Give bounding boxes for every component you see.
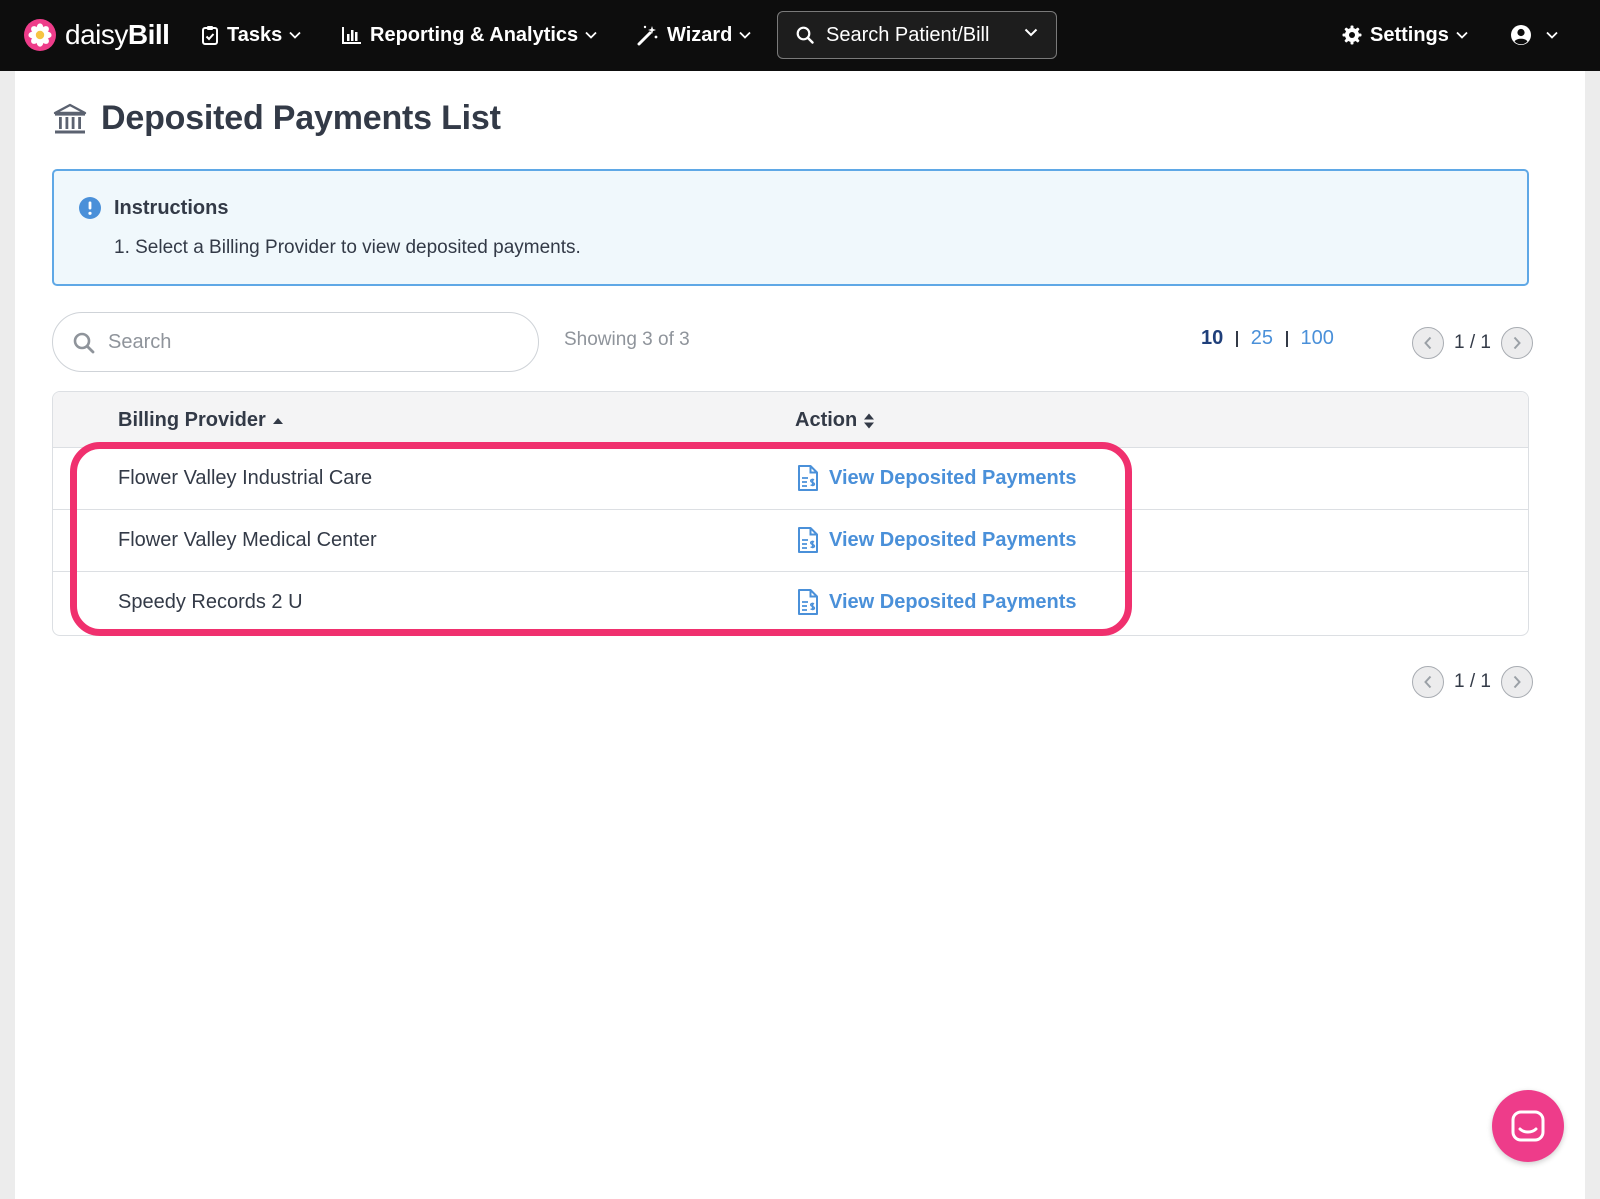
chevron-down-icon [289, 31, 301, 39]
column-action[interactable]: Action [795, 409, 875, 432]
billing-provider-name: Flower Valley Medical Center [118, 529, 377, 551]
info-circle-icon [79, 197, 101, 219]
column-billing-provider-label: Billing Provider [118, 409, 266, 431]
top-pager: 1 / 1 [1412, 327, 1533, 359]
flower-icon [24, 19, 56, 51]
sort-asc-icon [272, 417, 283, 424]
clipboard-check-icon [202, 26, 218, 45]
chevron-down-icon [585, 31, 597, 39]
prev-page-button[interactable] [1412, 327, 1444, 359]
page-indicator: 1 / 1 [1454, 332, 1491, 353]
table-search[interactable] [52, 312, 539, 372]
nav-wizard-label: Wizard [667, 23, 733, 46]
chevron-down-icon [1024, 28, 1038, 37]
view-deposited-payments-label: View Deposited Payments [829, 466, 1077, 489]
table-row: Speedy Records 2 U View Deposited Paymen… [53, 572, 1528, 634]
page-header: Deposited Payments List [53, 99, 501, 138]
view-deposited-payments-link[interactable]: View Deposited Payments [797, 588, 1077, 616]
chevron-right-icon [1513, 675, 1521, 689]
billing-provider-table: Billing Provider Action Flower Valley In… [52, 391, 1529, 636]
bar-chart-icon [342, 27, 361, 44]
page-size-10[interactable]: 10 [1201, 327, 1223, 350]
patient-bill-search[interactable]: Search Patient/Bill [777, 11, 1057, 59]
column-billing-provider[interactable]: Billing Provider [118, 409, 284, 432]
nav-reporting[interactable]: Reporting & Analytics [342, 20, 597, 50]
page-content: Deposited Payments List Instructions 1. … [15, 71, 1585, 1199]
next-page-button[interactable] [1500, 666, 1533, 698]
page-size-100[interactable]: 100 [1301, 327, 1334, 350]
file-invoice-dollar-icon [798, 465, 818, 491]
file-invoice-dollar-icon [798, 527, 818, 553]
instructions-box: Instructions 1. Select a Billing Provide… [52, 169, 1529, 286]
chevron-down-icon [1546, 31, 1558, 39]
nav-tasks-label: Tasks [227, 23, 283, 46]
chevron-down-icon [1456, 31, 1468, 39]
brand-name-light: daisy [65, 19, 128, 50]
search-icon [73, 332, 95, 354]
next-page-button[interactable] [1500, 327, 1533, 359]
brand-name: daisyBill [65, 19, 170, 51]
divider [1286, 330, 1288, 347]
page-indicator: 1 / 1 [1454, 671, 1491, 692]
page-size-selector: 10 25 100 [1201, 327, 1334, 350]
user-circle-icon [1511, 25, 1531, 45]
page-title: Deposited Payments List [101, 99, 501, 137]
chevron-down-icon [739, 31, 752, 39]
chevron-left-icon [1424, 675, 1432, 689]
view-deposited-payments-label: View Deposited Payments [829, 590, 1077, 613]
nav-reporting-label: Reporting & Analytics [370, 23, 579, 46]
view-deposited-payments-link[interactable]: View Deposited Payments [797, 464, 1077, 492]
billing-provider-name: Flower Valley Industrial Care [118, 467, 373, 489]
column-action-label: Action [795, 409, 858, 431]
chat-launcher-button[interactable] [1492, 1090, 1564, 1162]
nav-settings[interactable]: Settings [1342, 20, 1468, 50]
brand-name-bold: Bill [127, 19, 170, 50]
nav-tasks[interactable]: Tasks [201, 20, 301, 50]
bank-icon [53, 103, 87, 133]
sort-icon [864, 413, 875, 428]
top-nav: daisyBill Tasks Reporting & Analytics Wi… [0, 0, 1600, 71]
view-deposited-payments-label: View Deposited Payments [829, 528, 1077, 551]
magic-wand-icon [637, 25, 658, 46]
patient-bill-search-label: Search Patient/Bill [826, 23, 990, 46]
table-row: Flower Valley Medical Center View Deposi… [53, 510, 1528, 572]
view-deposited-payments-link[interactable]: View Deposited Payments [797, 526, 1077, 554]
bottom-pager: 1 / 1 [1412, 666, 1533, 698]
app-frame: daisyBill Tasks Reporting & Analytics Wi… [0, 0, 1600, 1199]
billing-provider-name: Speedy Records 2 U [118, 591, 303, 613]
search-icon [796, 26, 814, 44]
nav-settings-label: Settings [1370, 23, 1449, 46]
page-size-25[interactable]: 25 [1251, 327, 1273, 350]
chevron-left-icon [1424, 336, 1432, 350]
search-input[interactable] [108, 325, 508, 359]
chat-icon [1511, 1110, 1545, 1142]
chevron-right-icon [1513, 336, 1521, 350]
divider [1236, 330, 1238, 347]
instructions-step: 1. Select a Billing Provider to view dep… [114, 237, 581, 258]
table-header: Billing Provider Action [53, 392, 1528, 448]
nav-wizard[interactable]: Wizard [637, 20, 752, 50]
results-count: Showing 3 of 3 [564, 329, 690, 350]
gear-icon [1342, 25, 1362, 45]
prev-page-button[interactable] [1412, 666, 1444, 698]
user-menu[interactable] [1510, 20, 1558, 50]
brand[interactable]: daisyBill [24, 18, 170, 52]
file-invoice-dollar-icon [798, 589, 818, 615]
table-row: Flower Valley Industrial Care View Depos… [53, 448, 1528, 510]
instructions-title: Instructions [114, 197, 229, 219]
